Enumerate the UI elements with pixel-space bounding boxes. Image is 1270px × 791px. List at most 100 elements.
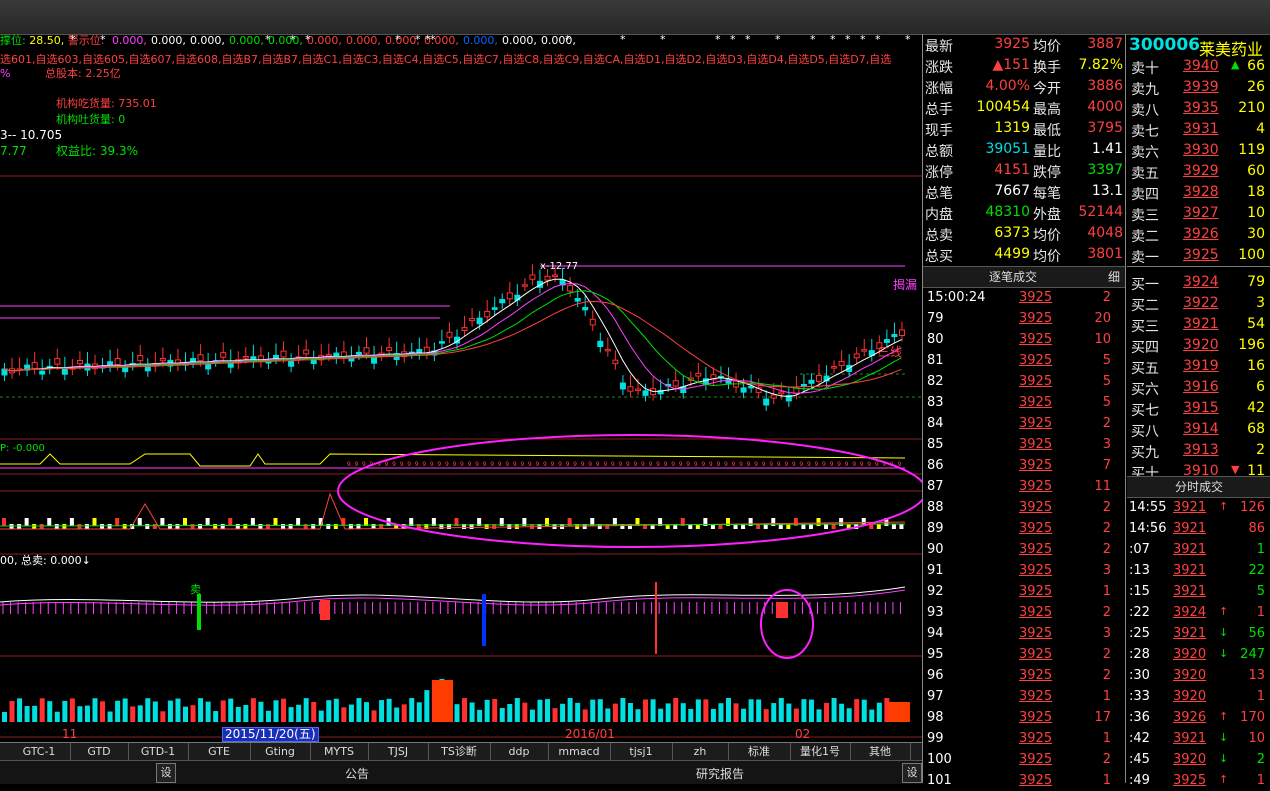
deal-time: :25: [1129, 626, 1150, 641]
tick-detail-tab[interactable]: 细: [1103, 266, 1125, 288]
indicator-tab[interactable]: GTE: [188, 743, 251, 761]
deal-qty: 247: [1240, 647, 1265, 662]
ind1-mark: 9: [415, 461, 419, 468]
indicator-tab[interactable]: 其他: [850, 743, 911, 761]
order-book-row[interactable]: 买六 3916 6: [1127, 377, 1270, 398]
order-book-row[interactable]: 买四 3920 196: [1127, 335, 1270, 356]
book-price: 3914: [1183, 421, 1219, 437]
volume-bar: [575, 702, 581, 722]
quote-value: 13.1: [1091, 183, 1123, 199]
book-price: 3913: [1183, 442, 1219, 458]
order-book-row[interactable]: 卖六 3930 119: [1127, 140, 1270, 161]
order-book-row[interactable]: 卖十 3940 ▲ 66: [1127, 56, 1270, 77]
volume-bar: [205, 701, 211, 722]
quote-value: 4151: [994, 162, 1030, 178]
tick-qty: 1: [1102, 731, 1111, 746]
candle: [355, 351, 362, 355]
indicator-tab[interactable]: MYTS: [310, 743, 369, 761]
order-book-row[interactable]: 买二 3922 3: [1127, 293, 1270, 314]
order-book-row[interactable]: 卖五 3929 60: [1127, 161, 1270, 182]
ind2-bar: [145, 524, 150, 529]
quote-value: 4499: [994, 246, 1030, 262]
tick-qty: 2: [1102, 647, 1111, 662]
order-book-row[interactable]: 买一 3924 79: [1127, 272, 1270, 293]
ind1-mark: 9: [769, 461, 773, 468]
tick-time: 84: [927, 416, 944, 431]
tick-price: 3925: [1019, 689, 1053, 704]
indicator-tab[interactable]: GTD-1: [128, 743, 189, 761]
volume-bar: [32, 705, 38, 722]
ind1-mark: 9: [354, 461, 358, 468]
order-book-row[interactable]: 卖七 3931 4: [1127, 119, 1270, 140]
indicator-tab[interactable]: TS诊断: [428, 743, 491, 761]
candle: [438, 341, 445, 344]
order-book-row[interactable]: 买九 3913 2: [1127, 440, 1270, 461]
order-book-row[interactable]: 买八 3914 68: [1127, 419, 1270, 440]
quote-label: 涨停: [925, 165, 953, 181]
candle: [574, 298, 581, 302]
indicator-tab[interactable]: ddp: [490, 743, 549, 761]
settings-button-right[interactable]: 设: [902, 763, 922, 783]
order-book-row[interactable]: 卖一 3925 100: [1127, 245, 1270, 266]
order-book-row[interactable]: 卖二 3926 30: [1127, 224, 1270, 245]
order-book-row[interactable]: 卖三 3927 10: [1127, 203, 1270, 224]
deal-arrow-icon: ↑: [1219, 500, 1229, 513]
order-book-row[interactable]: 买三 3921 54: [1127, 314, 1270, 335]
tick-price: 3925: [1019, 353, 1053, 368]
quote-value: 4000: [1087, 99, 1123, 115]
notice-link[interactable]: 公告: [345, 765, 369, 782]
tick-price: 3925: [1019, 521, 1053, 536]
stock-code: 300006: [1129, 35, 1200, 55]
deal-row: 14:56 3921 86: [1127, 518, 1270, 539]
indicator-tab[interactable]: 量化1号: [790, 743, 851, 761]
ind2-bar: [228, 518, 233, 526]
candle: [31, 362, 38, 369]
volume-bar: [62, 700, 68, 722]
tick-row: 83 3925 5: [923, 392, 1125, 413]
ind1-mark: 9: [490, 461, 494, 468]
ind1-mark: 9: [558, 461, 562, 468]
volume-bar: [605, 708, 611, 722]
ind1-mark: 9: [475, 461, 479, 468]
book-price: 3922: [1183, 295, 1219, 311]
indicator-tab[interactable]: zh: [672, 743, 729, 761]
order-book-row[interactable]: 卖九 3939 26: [1127, 77, 1270, 98]
kline-chart-area[interactable]: 9999999999999999999999999999999999999999…: [0, 34, 922, 742]
tick-price: 3925: [1019, 374, 1053, 389]
warn-value: 0.000,: [501, 34, 537, 47]
ind2-bar: [771, 518, 776, 526]
candle: [499, 299, 506, 304]
deal-header[interactable]: 分时成交: [1127, 476, 1270, 498]
ind1-mark: 9: [581, 461, 585, 468]
indicator-tab[interactable]: TJSJ: [368, 743, 429, 761]
report-link[interactable]: 研究报告: [696, 765, 744, 782]
tick-time: 82: [927, 374, 944, 389]
ind2-bar: [824, 524, 829, 529]
indicator-tab[interactable]: tjsj1: [610, 743, 673, 761]
indicator-tab[interactable]: Gting: [250, 743, 311, 761]
ind1-mark: 9: [551, 461, 555, 468]
tick-price: 3925: [1019, 563, 1053, 578]
order-book-row[interactable]: 买七 3915 42: [1127, 398, 1270, 419]
tick-header[interactable]: 逐笔成交: [923, 266, 1103, 288]
indicator-tab[interactable]: 标准: [728, 743, 791, 761]
tick-time: 97: [927, 689, 944, 704]
stop-line: 撑位: 28.50, 警示位: 0.000, 0.000, 0.000, 0.000,…: [0, 34, 576, 47]
indicator-tab[interactable]: GTC-1: [8, 743, 71, 761]
ind2-bar: [899, 524, 904, 529]
tick-price: 3925: [1019, 773, 1053, 788]
order-book-row[interactable]: 买五 3919 16: [1127, 356, 1270, 377]
ind1-mark: 9: [679, 461, 683, 468]
tick-time: 99: [927, 731, 944, 746]
book-qty: 2: [1256, 442, 1265, 458]
settings-button-left[interactable]: 设: [156, 763, 176, 783]
indicator-tab[interactable]: GTD: [70, 743, 129, 761]
order-book-row[interactable]: 卖八 3935 210: [1127, 98, 1270, 119]
deal-qty: 22: [1248, 563, 1265, 578]
indicator-tab[interactable]: mmacd: [548, 743, 611, 761]
order-book-row[interactable]: 卖四 3928 18: [1127, 182, 1270, 203]
quote-label: 内盘: [925, 207, 953, 223]
candle: [371, 357, 378, 364]
tick-row: 92 3925 1: [923, 581, 1125, 602]
ind1-mark: 9: [520, 461, 524, 468]
